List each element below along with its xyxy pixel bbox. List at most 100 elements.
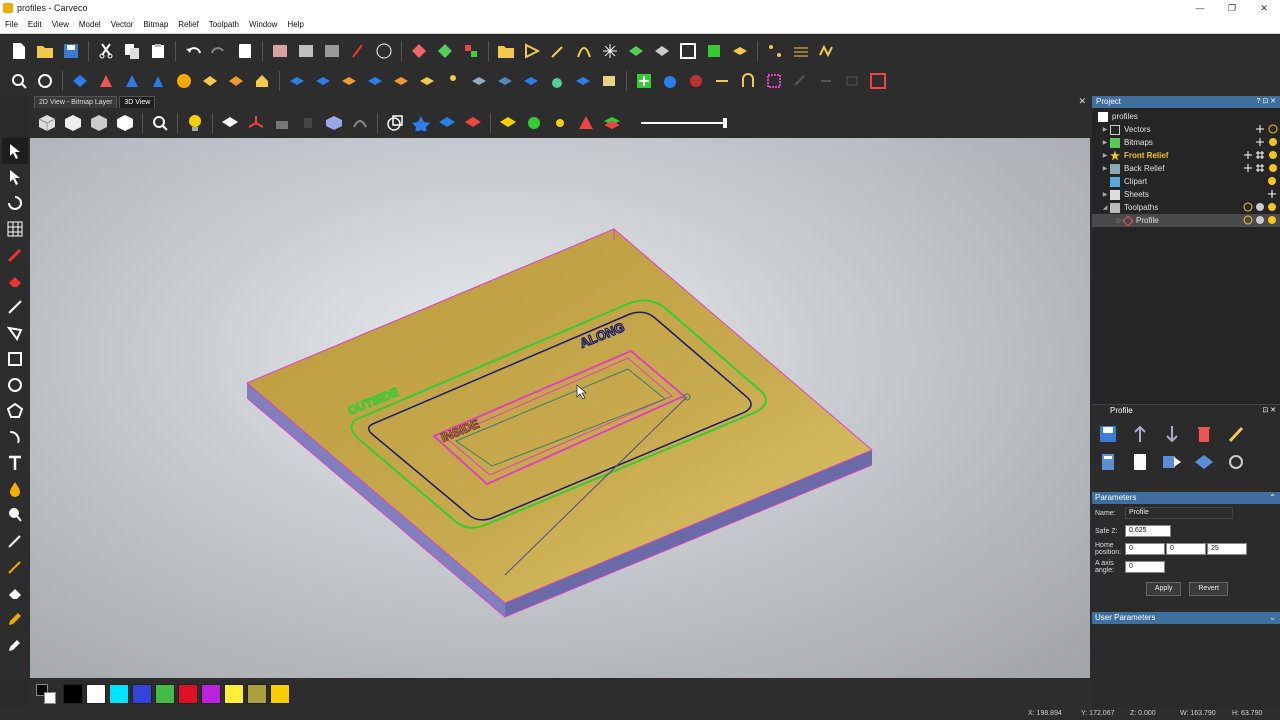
relief-multi-icon[interactable] [147, 70, 169, 92]
profile-header-controls[interactable]: ⊡ ✕ [1262, 405, 1276, 417]
eraser-white-icon[interactable] [2, 580, 28, 606]
texture-icon[interactable] [790, 40, 812, 62]
expand-arrow-icon[interactable]: ▶ [1100, 139, 1110, 146]
relief-texture-icon[interactable] [173, 70, 195, 92]
snap-icon[interactable] [373, 40, 395, 62]
save-toolpath-icon[interactable] [1094, 420, 1122, 448]
rectangle-icon[interactable] [2, 346, 28, 372]
shape-split-icon[interactable] [312, 70, 334, 92]
maximize-button[interactable]: ❐ [1216, 0, 1248, 16]
tree-item-front-relief[interactable]: ▶ Front Relief [1092, 149, 1280, 162]
arrange-icon[interactable] [460, 40, 482, 62]
apply-button[interactable]: Apply [1145, 582, 1182, 596]
swatch-olive[interactable] [247, 684, 267, 704]
home-y-input[interactable]: 0 [1166, 543, 1206, 555]
shape-up-orange-icon[interactable] [390, 70, 412, 92]
relief-star-icon[interactable] [410, 112, 432, 134]
collapse-icon[interactable]: ⌃ [1269, 492, 1276, 504]
eraser-icon[interactable] [2, 268, 28, 294]
sun-tool-icon[interactable] [549, 112, 571, 134]
pen-red-icon[interactable] [2, 242, 28, 268]
project-header-controls[interactable]: ? ⊡ ✕ [1256, 96, 1276, 108]
tree-row-actions[interactable] [1242, 150, 1278, 160]
spiral-icon[interactable] [685, 70, 707, 92]
layer-stack-icon[interactable] [601, 112, 623, 134]
pencil-icon[interactable] [2, 528, 28, 554]
brush-icon[interactable] [2, 502, 28, 528]
text-tool-icon[interactable] [2, 450, 28, 476]
color-shapes-icon[interactable] [523, 112, 545, 134]
view-front-icon[interactable] [62, 112, 84, 134]
relief-plane-icon[interactable] [436, 112, 458, 134]
copy-icon[interactable] [121, 40, 143, 62]
relief-orange-icon[interactable] [225, 70, 247, 92]
save-icon[interactable] [60, 40, 82, 62]
tree-row-actions[interactable] [1242, 215, 1278, 225]
open-folder-icon[interactable] [34, 40, 56, 62]
notes-icon[interactable] [1126, 448, 1154, 476]
tree-item-toolpaths[interactable]: ◢ Toolpaths [1092, 201, 1280, 214]
shape-flask-icon[interactable] [546, 70, 568, 92]
tree-item-bitmaps[interactable]: ▶ Bitmaps [1092, 136, 1280, 149]
pyramid-icon[interactable] [575, 112, 597, 134]
paste-icon[interactable] [147, 40, 169, 62]
view-top-icon[interactable] [114, 112, 136, 134]
layers-icon[interactable] [269, 40, 291, 62]
transform-icon[interactable] [2, 190, 28, 216]
folder-open-icon[interactable] [495, 40, 517, 62]
shape-diamond-icon[interactable] [286, 70, 308, 92]
relief-icon[interactable] [434, 40, 456, 62]
tree-item-profile[interactable]: ▷ Profile [1092, 214, 1280, 227]
shape-up-icon[interactable] [364, 70, 386, 92]
curve-icon[interactable] [573, 40, 595, 62]
shape-stack2-icon[interactable] [494, 70, 516, 92]
fill-drop-icon[interactable] [2, 476, 28, 502]
name-input[interactable]: Profile [1125, 507, 1233, 519]
view-settings-icon[interactable] [34, 70, 56, 92]
shape-box-icon[interactable] [598, 70, 620, 92]
arch-icon[interactable] [737, 70, 759, 92]
view-iso-icon[interactable] [36, 112, 58, 134]
3d-viewport[interactable]: OUTSIDE ALONG INSIDE [30, 138, 1090, 678]
axis-icon[interactable] [245, 112, 267, 134]
undo-icon[interactable] [182, 40, 204, 62]
paint-brush-icon[interactable] [2, 606, 28, 632]
edit-pencil-icon[interactable] [1222, 420, 1250, 448]
scale-grid-icon[interactable] [2, 216, 28, 242]
wand-icon[interactable] [547, 40, 569, 62]
vector-tool-icon[interactable] [347, 40, 369, 62]
swatch-red[interactable] [178, 684, 198, 704]
tree-row-actions[interactable] [1254, 124, 1278, 134]
yellow-plate-icon[interactable] [729, 40, 751, 62]
shape-down-orange-icon[interactable] [416, 70, 438, 92]
close-view-icon[interactable]: ✕ [1078, 96, 1086, 107]
select-arrow-icon[interactable] [2, 138, 28, 164]
arc-icon[interactable] [2, 424, 28, 450]
tree-row-actions[interactable] [1242, 163, 1278, 173]
node-select-icon[interactable] [2, 164, 28, 190]
tree-root[interactable]: profiles [1092, 110, 1280, 123]
tab-2d-view[interactable]: 2D View - Bitmap Layer [34, 96, 118, 108]
tree-item-back-relief[interactable]: ▶ Back Relief [1092, 162, 1280, 175]
zoom-icon[interactable] [8, 70, 30, 92]
swatch-white[interactable] [86, 684, 106, 704]
close-window-button[interactable]: ✕ [1248, 0, 1280, 16]
redo-icon[interactable] [208, 40, 230, 62]
relief-house-icon[interactable] [251, 70, 273, 92]
expand-arrow-icon[interactable]: ▶ [1100, 152, 1110, 159]
show-material-icon[interactable] [219, 112, 241, 134]
tree-row-actions[interactable] [1242, 202, 1278, 212]
polyline-icon[interactable] [2, 320, 28, 346]
expand-icon[interactable]: ⌄ [1269, 612, 1276, 624]
star-icon[interactable] [599, 40, 621, 62]
tree-row-actions[interactable] [1254, 137, 1278, 147]
vector-overlay-icon[interactable] [384, 112, 406, 134]
menu-edit[interactable]: Edit [23, 20, 47, 29]
user-parameters-header[interactable]: User Parameters ⌄ [1092, 612, 1280, 624]
circle-icon[interactable] [2, 372, 28, 398]
safez-input[interactable]: 0.625 [1125, 525, 1171, 537]
polygon-icon[interactable] [2, 398, 28, 424]
move-down-icon[interactable] [1158, 420, 1186, 448]
shape-plate-icon[interactable] [572, 70, 594, 92]
swatch-yellow[interactable] [224, 684, 244, 704]
